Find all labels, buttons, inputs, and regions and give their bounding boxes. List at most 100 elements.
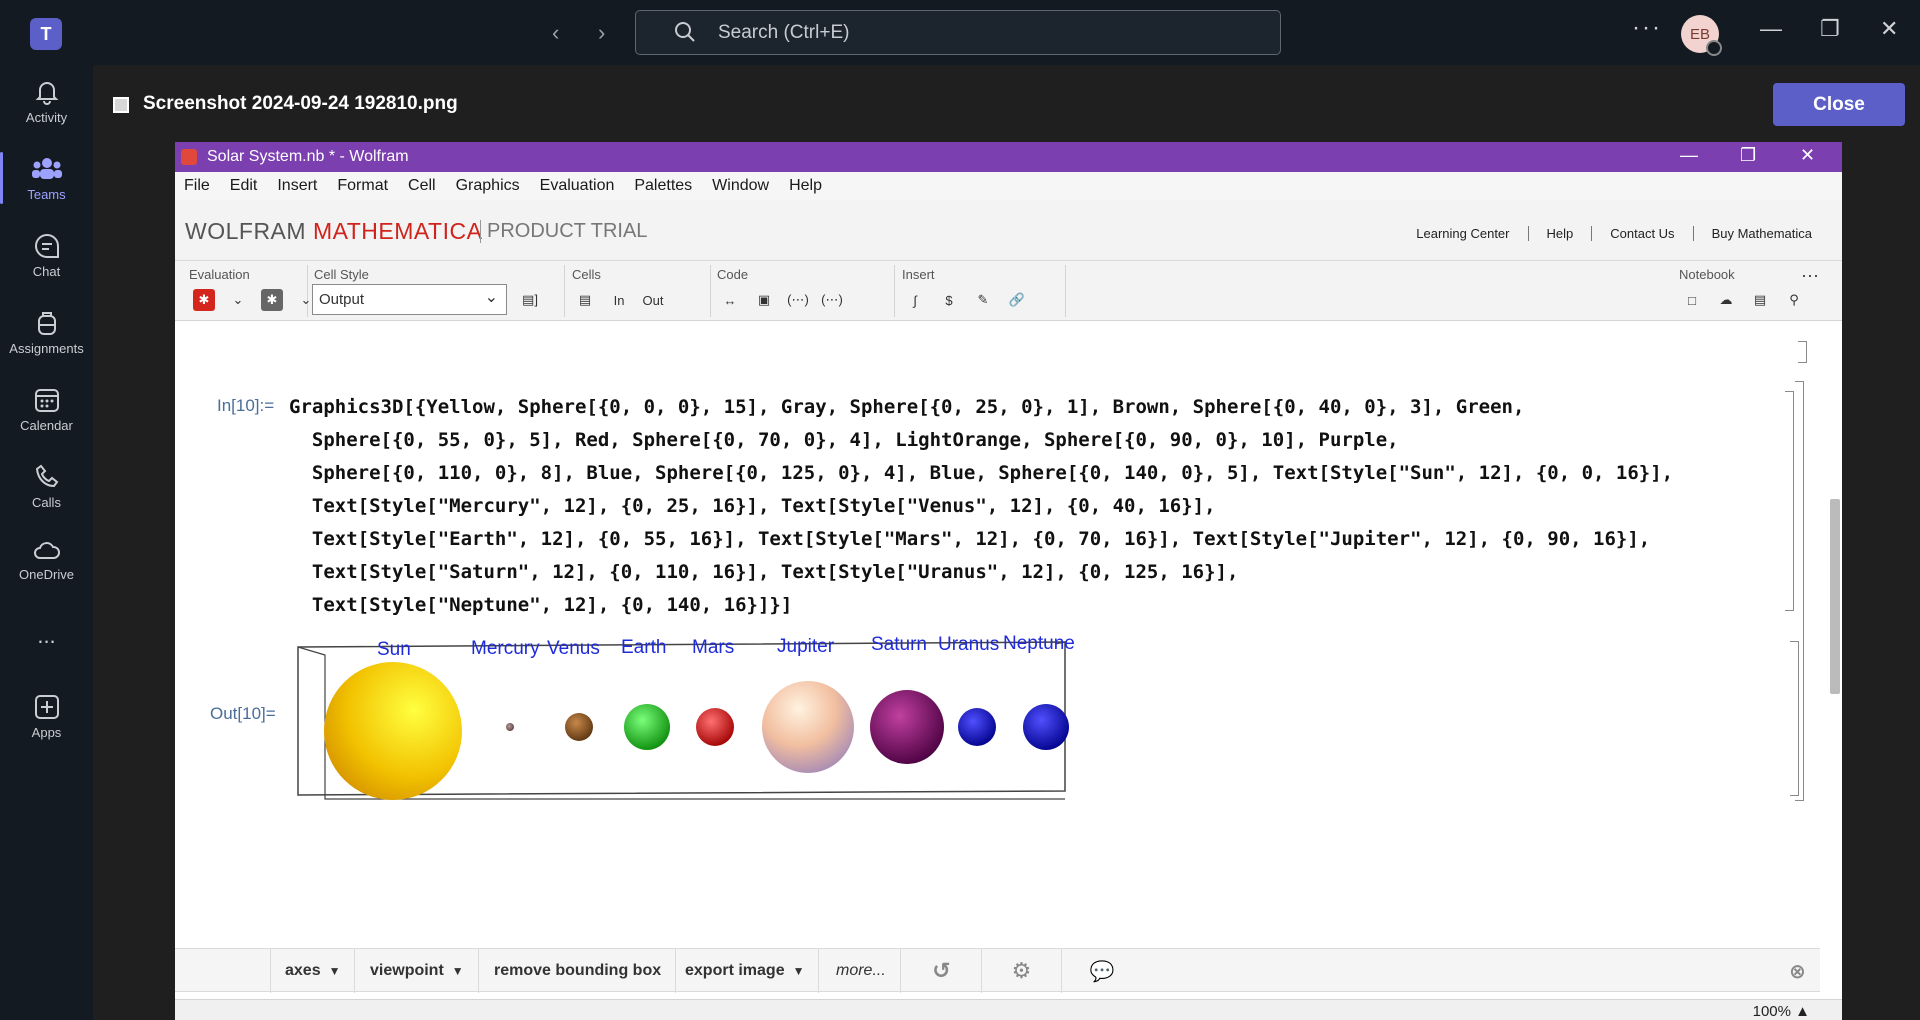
- link-buy-mathematica[interactable]: Buy Mathematica: [1692, 226, 1830, 241]
- viewpoint-button[interactable]: viewpoint ▼: [356, 949, 479, 993]
- cell-bracket-icon[interactable]: ▤]: [519, 289, 541, 311]
- close-window-icon[interactable]: ✕: [1800, 145, 1815, 166]
- output-cell-bracket[interactable]: [1790, 641, 1799, 796]
- avatar[interactable]: EB: [1681, 15, 1722, 56]
- planet-label-venus: Venus: [547, 638, 600, 659]
- phone-icon: [35, 464, 58, 487]
- link-contact-us[interactable]: Contact Us: [1591, 226, 1692, 241]
- rail-label: Teams: [27, 186, 66, 202]
- rail-item-more[interactable]: ...: [0, 600, 93, 672]
- scrollbar-thumb[interactable]: [1830, 499, 1840, 694]
- planet-label-mars: Mars: [692, 637, 735, 658]
- code-ellipsis-icon[interactable]: (⋯): [787, 289, 809, 311]
- restore-icon[interactable]: ❐: [1820, 16, 1840, 42]
- search-input[interactable]: Search (Ctrl+E): [635, 10, 1281, 55]
- abort-icon[interactable]: ✱: [261, 289, 283, 311]
- cell-group-icon[interactable]: ▤: [574, 289, 596, 311]
- rail-item-calls[interactable]: Calls: [0, 450, 93, 522]
- menu-cell[interactable]: Cell: [408, 177, 436, 195]
- input-code[interactable]: Graphics3D[{Yellow, Sphere[{0, 0, 0}, 15…: [289, 391, 1673, 622]
- minimize-icon[interactable]: —: [1680, 145, 1698, 166]
- menu-evaluation[interactable]: Evaluation: [540, 177, 615, 195]
- code-line: Graphics3D[{Yellow, Sphere[{0, 0, 0}, 15…: [289, 396, 1525, 418]
- menu-help[interactable]: Help: [789, 177, 822, 195]
- rail-label: Calls: [32, 494, 61, 510]
- group-label: Notebook: [1679, 267, 1735, 282]
- menu-bar: File Edit Insert Format Cell Graphics Ev…: [175, 172, 1842, 200]
- find-icon[interactable]: ⚲: [1783, 289, 1805, 311]
- comment-icon[interactable]: □: [1681, 289, 1703, 311]
- group-label: Insert: [902, 267, 935, 282]
- restore-icon[interactable]: ❐: [1740, 145, 1756, 166]
- menu-insert[interactable]: Insert: [277, 177, 317, 195]
- menu-edit[interactable]: Edit: [230, 177, 258, 195]
- rail-item-apps[interactable]: Apps: [0, 680, 93, 752]
- code-expand-icon[interactable]: ↔: [719, 289, 741, 311]
- in-cell-icon[interactable]: In: [608, 289, 630, 311]
- cell-bracket[interactable]: [1798, 341, 1807, 363]
- math-template-icon[interactable]: ∫: [904, 289, 926, 311]
- brand-logo: WOLFRAM MATHEMATICA: [185, 218, 482, 245]
- evaluate-icon[interactable]: ✱: [193, 289, 215, 311]
- more-button[interactable]: more...: [822, 949, 901, 993]
- cell-style-select[interactable]: Output: [312, 284, 507, 315]
- zoom-value: 100%: [1752, 1003, 1791, 1020]
- code-format-icon[interactable]: ▣: [753, 289, 775, 311]
- rail-item-onedrive[interactable]: OneDrive: [0, 524, 93, 596]
- rail-item-activity[interactable]: Activity: [0, 65, 93, 137]
- input-cell-bracket[interactable]: [1785, 391, 1794, 611]
- export-image-button[interactable]: export image ▼: [671, 949, 820, 993]
- link-learning-center[interactable]: Learning Center: [1398, 226, 1527, 241]
- menu-graphics[interactable]: Graphics: [456, 177, 520, 195]
- code-ellipsis-wide-icon[interactable]: (⋯): [821, 289, 843, 311]
- remove-bounding-box-button[interactable]: remove bounding box: [480, 949, 677, 993]
- planet-label-jupiter: Jupiter: [777, 636, 835, 657]
- code-line: Text[Style["Earth", 12], {0, 55, 16}], T…: [289, 528, 1651, 550]
- avatar-initials: EB: [1689, 25, 1710, 43]
- graphics3d-output[interactable]: [295, 641, 1090, 800]
- axes-button[interactable]: axes ▼: [270, 949, 356, 993]
- mars-sphere: [696, 708, 734, 746]
- rail-item-chat[interactable]: Chat: [0, 219, 93, 291]
- rail-item-assignments[interactable]: Assignments: [0, 296, 93, 368]
- forward-arrow-icon[interactable]: ›: [598, 20, 605, 46]
- neptune-sphere: [1023, 704, 1069, 750]
- hyperlink-icon[interactable]: 🔗: [1006, 289, 1028, 311]
- close-button[interactable]: Close: [1773, 83, 1905, 126]
- rail-item-teams[interactable]: Teams: [0, 142, 93, 214]
- feedback-icon[interactable]: 💬: [1062, 949, 1142, 993]
- more-options-icon[interactable]: ···: [1801, 265, 1819, 286]
- dropdown-arrow-icon: ▼: [451, 964, 464, 978]
- menu-palettes[interactable]: Palettes: [634, 177, 692, 195]
- planet-label-neptune: Neptune: [1003, 633, 1075, 654]
- chevron-down-icon[interactable]: ⌄: [227, 289, 249, 311]
- menu-window[interactable]: Window: [712, 177, 769, 195]
- back-arrow-icon[interactable]: ‹: [552, 20, 559, 46]
- status-icon: [1706, 40, 1722, 56]
- menu-file[interactable]: File: [184, 177, 210, 195]
- history-icon[interactable]: ↺: [902, 949, 982, 993]
- group-insert: Insert ∫ $ ✎ 🔗: [898, 265, 1066, 317]
- group-cells: Cells ▤ In Out: [568, 265, 711, 317]
- out-cell-icon[interactable]: Out: [642, 289, 664, 311]
- teams-logo-icon[interactable]: T: [30, 18, 62, 50]
- settings-gear-icon[interactable]: ⚙: [982, 949, 1062, 993]
- menu-format[interactable]: Format: [337, 177, 388, 195]
- drawing-icon[interactable]: ✎: [972, 289, 994, 311]
- more-options-icon[interactable]: ···: [1632, 14, 1662, 42]
- rail-item-calendar[interactable]: Calendar: [0, 373, 93, 445]
- planet-label-earth: Earth: [621, 637, 667, 658]
- zoom-level[interactable]: 100% ▲: [1753, 1003, 1810, 1020]
- link-help[interactable]: Help: [1527, 226, 1592, 241]
- close-window-icon[interactable]: ✕: [1880, 16, 1898, 42]
- brand-trial: PRODUCT TRIAL: [480, 220, 647, 243]
- image-file-icon: [113, 97, 129, 113]
- brand-wolfram: WOLFRAM: [185, 218, 313, 244]
- latex-icon[interactable]: $: [938, 289, 960, 311]
- publish-icon[interactable]: ▤: [1749, 289, 1771, 311]
- close-bar-icon[interactable]: ⊗: [1775, 949, 1820, 993]
- brand-bar: WOLFRAM MATHEMATICA PRODUCT TRIAL Learni…: [175, 200, 1842, 261]
- output-label: Out[10]=: [210, 704, 276, 723]
- minimize-icon[interactable]: —: [1760, 16, 1782, 42]
- cloud-upload-icon[interactable]: ☁: [1715, 289, 1737, 311]
